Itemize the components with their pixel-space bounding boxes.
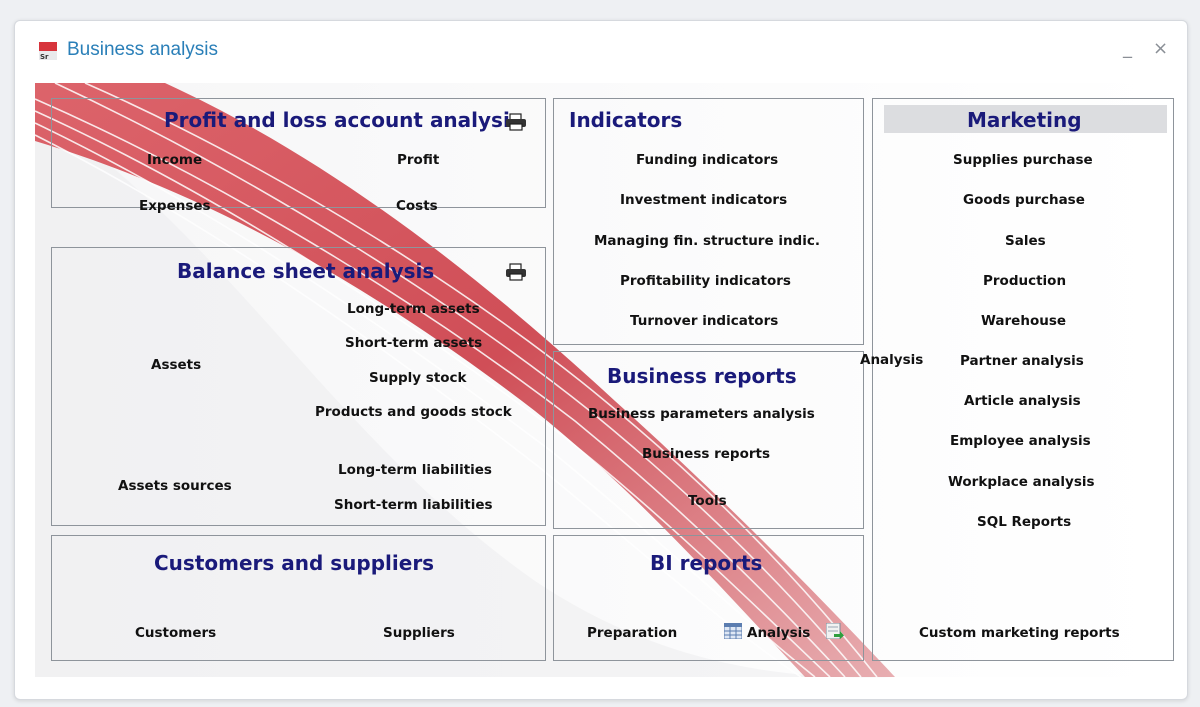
link-business-reports[interactable]: Business reports — [642, 446, 770, 462]
link-income[interactable]: Income — [147, 152, 202, 168]
grid-table-icon[interactable] — [724, 623, 742, 639]
link-workplace-analysis[interactable]: Workplace analysis — [948, 474, 1095, 490]
link-supplies-purchase[interactable]: Supplies purchase — [953, 152, 1093, 168]
link-custom-marketing-reports[interactable]: Custom marketing reports — [919, 625, 1120, 641]
label-assets-sources: Assets sources — [118, 478, 232, 494]
label-analysis: Analysis — [860, 352, 924, 368]
marketing-panel — [872, 98, 1174, 661]
link-warehouse[interactable]: Warehouse — [981, 313, 1066, 329]
link-customers[interactable]: Customers — [135, 625, 216, 641]
customers-suppliers-title: Customers and suppliers — [154, 551, 435, 575]
link-investment-indicators[interactable]: Investment indicators — [620, 192, 787, 208]
link-employee-analysis[interactable]: Employee analysis — [950, 433, 1091, 449]
link-funding-indicators[interactable]: Funding indicators — [636, 152, 778, 168]
link-turnover-indicators[interactable]: Turnover indicators — [630, 313, 778, 329]
label-assets: Assets — [151, 357, 202, 373]
link-bi-analysis[interactable]: Analysis — [747, 625, 810, 641]
business-analysis-window: Sr Business analysis _ × Profit and loss… — [14, 20, 1188, 700]
link-short-term-liabilities[interactable]: Short-term liabilities — [334, 497, 493, 513]
link-expenses[interactable]: Expenses — [139, 198, 211, 214]
marketing-title: Marketing — [967, 108, 1082, 132]
link-short-term-assets[interactable]: Short-term assets — [345, 335, 482, 351]
link-sales[interactable]: Sales — [1005, 233, 1046, 249]
indicators-panel — [553, 98, 864, 345]
balance-sheet-title: Balance sheet analysis — [177, 259, 435, 283]
link-suppliers[interactable]: Suppliers — [383, 625, 455, 641]
title-bar: Sr Business analysis _ × — [15, 21, 1187, 83]
link-profitability-indicators[interactable]: Profitability indicators — [620, 273, 791, 289]
link-costs[interactable]: Costs — [396, 198, 438, 214]
link-profit[interactable]: Profit — [397, 152, 439, 168]
link-partner-analysis[interactable]: Partner analysis — [960, 353, 1084, 369]
indicators-title: Indicators — [569, 108, 683, 132]
printer-icon[interactable] — [505, 263, 527, 281]
close-button[interactable]: × — [1153, 39, 1168, 59]
profit-loss-title: Profit and loss account analysis — [164, 108, 522, 132]
link-production[interactable]: Production — [983, 273, 1066, 289]
svg-text:Sr: Sr — [40, 53, 49, 60]
export-icon[interactable] — [826, 623, 844, 639]
link-business-parameters-analysis[interactable]: Business parameters analysis — [588, 406, 815, 422]
business-reports-title: Business reports — [607, 364, 797, 388]
link-products-goods-stock[interactable]: Products and goods stock — [315, 404, 512, 420]
link-sql-reports[interactable]: SQL Reports — [977, 514, 1071, 530]
link-preparation[interactable]: Preparation — [587, 625, 677, 641]
minimize-button[interactable]: _ — [1123, 39, 1132, 59]
link-supply-stock[interactable]: Supply stock — [369, 370, 467, 386]
link-managing-fin-structure[interactable]: Managing fin. structure indic. — [594, 233, 820, 249]
bi-reports-title: BI reports — [650, 551, 763, 575]
link-long-term-assets[interactable]: Long-term assets — [347, 301, 480, 317]
link-long-term-liabilities[interactable]: Long-term liabilities — [338, 462, 492, 478]
printer-icon[interactable] — [505, 113, 527, 131]
link-article-analysis[interactable]: Article analysis — [964, 393, 1081, 409]
link-goods-purchase[interactable]: Goods purchase — [963, 192, 1085, 208]
app-logo-icon: Sr — [39, 42, 57, 60]
window-title: Business analysis — [67, 39, 219, 60]
link-tools[interactable]: Tools — [688, 493, 727, 509]
